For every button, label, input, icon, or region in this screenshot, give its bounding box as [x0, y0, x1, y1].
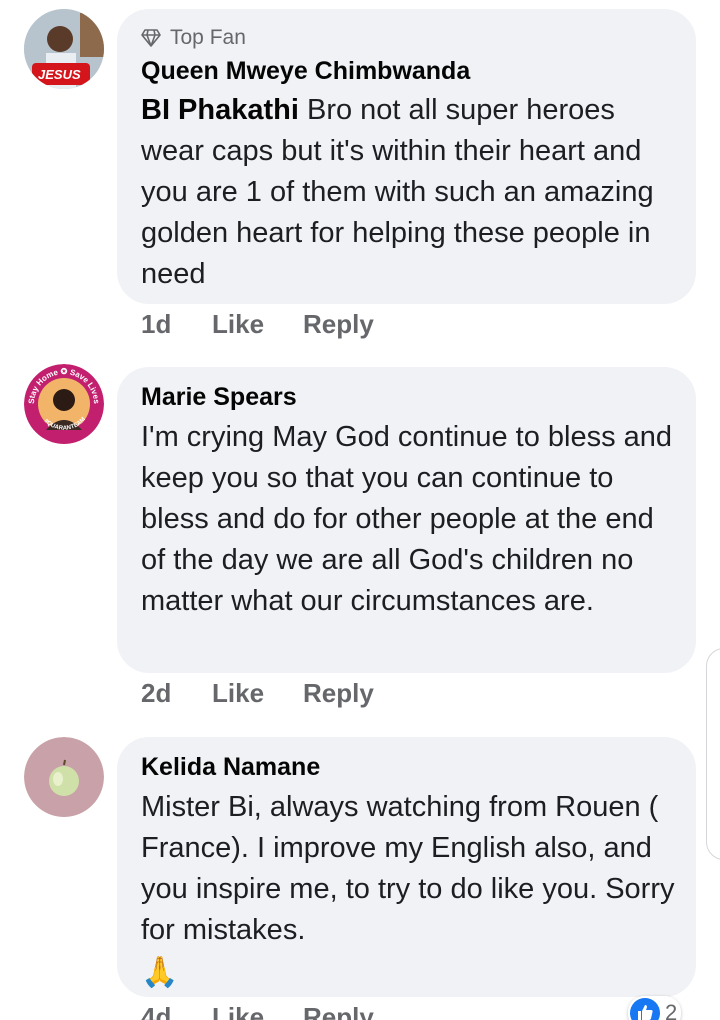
- reply-button[interactable]: Reply: [303, 678, 374, 709]
- like-button[interactable]: Like: [212, 309, 303, 340]
- timestamp[interactable]: 4d: [141, 1002, 212, 1020]
- comment-text: BI Phakathi Bro not all super heroes wea…: [141, 90, 681, 295]
- like-button[interactable]: Like: [212, 678, 303, 709]
- comment-actions: 2d Like Reply: [141, 678, 374, 709]
- badge-label: Top Fan: [170, 26, 246, 49]
- comment-bubble: Marie Spears I'm crying May God continue…: [117, 367, 696, 673]
- diamond-icon: [141, 29, 161, 47]
- reaction-summary[interactable]: 2: [628, 996, 682, 1020]
- comment-bubble: Kelida Namane Mister Bi, always watching…: [117, 737, 696, 997]
- comments-page: JESUS Top Fan Queen Mweye Chimbwanda BI …: [0, 0, 720, 1020]
- avatar[interactable]: JESUS: [24, 9, 104, 89]
- timestamp[interactable]: 1d: [141, 309, 212, 340]
- reaction-count: 2: [665, 1000, 678, 1020]
- comment-bubble: Top Fan Queen Mweye Chimbwanda BI Phakat…: [117, 9, 696, 304]
- timestamp[interactable]: 2d: [141, 678, 212, 709]
- author-name[interactable]: Marie Spears: [141, 383, 297, 412]
- comment-body: Mister Bi, always watching from Rouen ( …: [141, 791, 675, 946]
- reply-button[interactable]: Reply: [303, 309, 374, 340]
- comment-actions: 4d Like Reply: [141, 1002, 374, 1020]
- folded-hands-emoji: 🙏: [141, 956, 179, 989]
- top-fan-badge[interactable]: Top Fan: [141, 26, 246, 50]
- comment-text: I'm crying May God continue to bless and…: [141, 421, 673, 617]
- comment-actions: 1d Like Reply: [141, 309, 374, 340]
- like-reaction-icon: [630, 998, 660, 1020]
- avatar[interactable]: Stay Home ✪ Save Lives #QUARANTEAM: [24, 364, 104, 444]
- offscreen-card-edge: [706, 648, 720, 860]
- reply-button[interactable]: Reply: [303, 1002, 374, 1020]
- comment-text: Mister Bi, always watching from Rouen ( …: [141, 787, 681, 995]
- author-name[interactable]: Queen Mweye Chimbwanda: [141, 57, 470, 86]
- avatar[interactable]: [24, 737, 104, 817]
- avatar-label: JESUS: [38, 67, 81, 82]
- author-name[interactable]: Kelida Namane: [141, 753, 320, 782]
- like-button[interactable]: Like: [212, 1002, 303, 1020]
- mention-link[interactable]: BI Phakathi: [141, 94, 299, 126]
